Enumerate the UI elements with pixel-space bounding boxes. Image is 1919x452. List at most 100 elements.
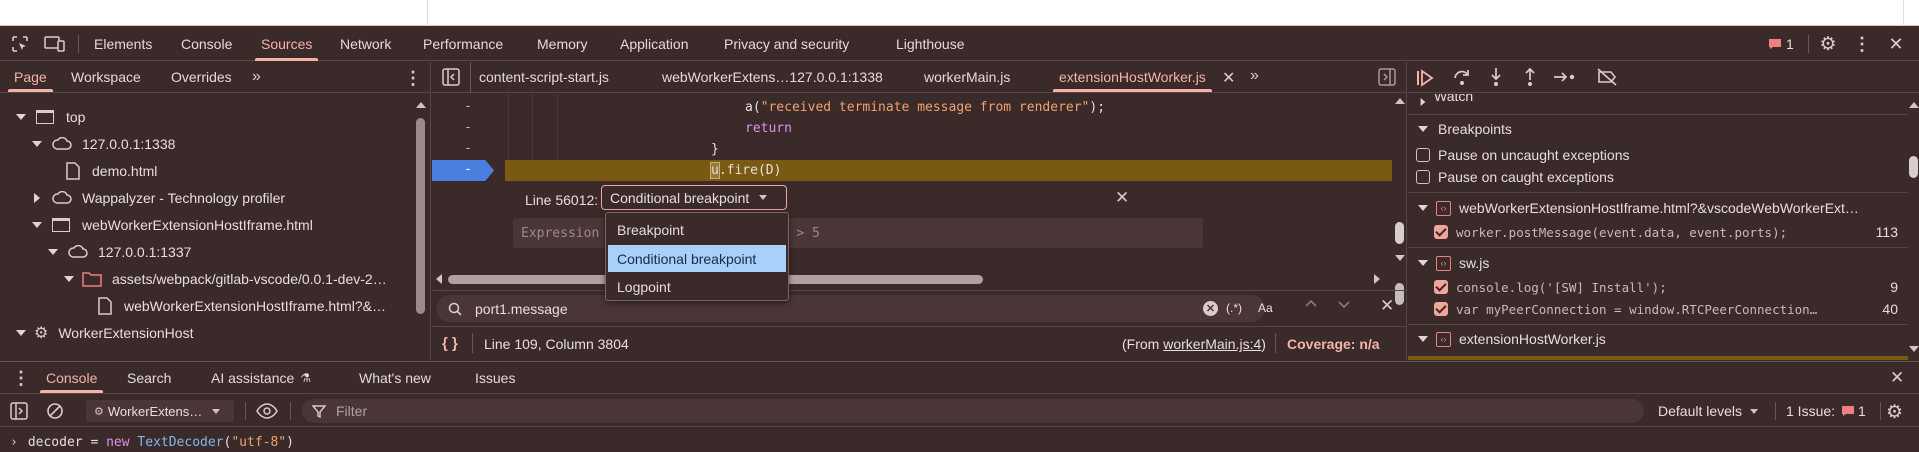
console-prompt-line[interactable]: › decoder = new TextDecoder("utf-8") — [10, 432, 294, 452]
watch-section-header[interactable]: Watch — [1420, 94, 1473, 110]
console-sidebar-icon[interactable] — [10, 402, 28, 420]
search-previous-icon[interactable] — [1304, 297, 1318, 311]
scroll-up-arrow-icon[interactable] — [416, 102, 426, 108]
breakpoint-file-group[interactable]: ‹› sw.js — [1418, 252, 1489, 274]
pause-uncaught-checkbox[interactable]: Pause on uncaught exceptions — [1416, 144, 1629, 166]
step-into-icon[interactable] — [1488, 67, 1504, 87]
toggle-debugger-icon[interactable] — [1378, 68, 1396, 86]
tree-item-assets-folder[interactable]: assets/webpack/gitlab-vscode/0.0.1-dev-2… — [64, 265, 387, 292]
pause-caught-checkbox[interactable]: Pause on caught exceptions — [1416, 166, 1614, 188]
tab-console[interactable]: Console — [181, 27, 232, 61]
drawer-tab-ai-assistance[interactable]: AI assistance ⚗ — [211, 362, 311, 393]
close-search-icon[interactable]: ✕ — [1380, 296, 1394, 316]
settings-gear-icon[interactable]: ⚙ — [1818, 34, 1838, 55]
console-issues-counter[interactable]: 1 Issue: 1 — [1786, 403, 1866, 419]
console-filter-input[interactable]: Filter — [302, 399, 1644, 423]
breakpoint-file-group[interactable]: ‹› webWorkerExtensionHostIframe.html?&vs… — [1418, 197, 1859, 219]
pretty-print-icon[interactable]: { } — [442, 335, 458, 352]
breakpoint-item[interactable]: console.log('[SW] Install'); 9 — [1434, 276, 1904, 298]
active-breakpoint-strip — [1408, 356, 1908, 360]
source-origin-link[interactable]: workerMain.js:4 — [1163, 336, 1261, 352]
folder-icon — [82, 271, 102, 287]
navigator-scrollbar[interactable] — [416, 118, 425, 314]
search-input[interactable]: port1.message — [475, 301, 568, 317]
tab-memory[interactable]: Memory — [537, 27, 588, 61]
menu-option-logpoint[interactable]: Logpoint — [608, 274, 786, 300]
code-editor[interactable]: - a("received terminate message from ren… — [432, 94, 1392, 272]
close-devtools-icon[interactable]: ✕ — [1886, 34, 1906, 54]
match-case-toggle[interactable]: Aa — [1258, 301, 1273, 315]
context-selector[interactable]: ⚙ WorkerExtens… — [86, 400, 234, 422]
editor-tab-webworker-iframe[interactable]: webWorkerExtens…127.0.0.1:1338 — [662, 62, 883, 92]
more-editor-tabs-icon[interactable]: » — [1250, 67, 1259, 85]
drawer-tab-issues[interactable]: Issues — [475, 362, 515, 393]
tree-item-wappalyzer[interactable]: Wappalyzer - Technology profiler — [32, 184, 285, 211]
editor-tab-workermain[interactable]: workerMain.js — [924, 62, 1010, 92]
tree-label: Wappalyzer - Technology profiler — [82, 189, 286, 206]
scrollbar-thumb[interactable] — [1395, 222, 1404, 244]
search-field[interactable]: port1.message ✕ (.*) Aa — [436, 295, 1273, 322]
tab-sources[interactable]: Sources — [254, 27, 319, 61]
close-breakpoint-editor-icon[interactable]: ✕ — [1115, 188, 1129, 208]
nav-tab-page[interactable]: Page — [8, 62, 53, 92]
drawer-tab-whats-new[interactable]: What's new — [359, 362, 431, 393]
navigator-menu-icon[interactable]: ⋮ — [404, 68, 422, 89]
tree-label: 127.0.0.1:1337 — [98, 243, 192, 260]
more-options-icon[interactable]: ⋮ — [1852, 34, 1872, 54]
tree-item-iframe[interactable]: webWorkerExtensionHostIframe.html — [32, 211, 313, 238]
tab-application[interactable]: Application — [620, 27, 689, 61]
tree-item-origin-1337[interactable]: 127.0.0.1:1337 — [48, 238, 191, 265]
editor-tab-content-script-start[interactable]: content-script-start.js — [479, 62, 609, 92]
more-tabs-chevron-icon[interactable]: » — [252, 68, 261, 86]
menu-option-conditional-breakpoint[interactable]: Conditional breakpoint — [608, 245, 786, 272]
deactivate-breakpoints-icon[interactable] — [1596, 68, 1618, 86]
search-next-icon[interactable] — [1337, 297, 1351, 311]
resume-icon[interactable] — [1416, 69, 1436, 87]
menu-option-breakpoint[interactable]: Breakpoint — [608, 217, 786, 243]
debugger-scrollbar[interactable] — [1908, 98, 1919, 360]
issues-counter[interactable]: 1 — [1768, 35, 1794, 53]
tab-privacy-and-security[interactable]: Privacy and security — [724, 27, 849, 61]
editor-tab-extensionhostworker[interactable]: extensionHostWorker.js — [1053, 62, 1212, 92]
tab-elements[interactable]: Elements — [94, 27, 152, 61]
breakpoint-item[interactable]: var myPeerConnection = window.RTCPeerCon… — [1434, 298, 1904, 320]
tree-item-worker-extension-host[interactable]: ⚙ WorkerExtensionHost — [16, 319, 193, 346]
tab-performance[interactable]: Performance — [423, 27, 503, 61]
close-drawer-icon[interactable]: ✕ — [1890, 368, 1904, 388]
tree-item-top[interactable]: top — [16, 103, 85, 130]
scroll-left-arrow-icon[interactable] — [436, 274, 442, 284]
tree-item-iframe-file[interactable]: webWorkerExtensionHostIframe.html?&… — [98, 292, 386, 319]
drawer-menu-icon[interactable]: ⋮ — [12, 368, 30, 389]
drawer-tab-console[interactable]: Console — [39, 362, 104, 393]
tree-label: webWorkerExtensionHostIframe.html — [82, 216, 313, 233]
breakpoint-type-select[interactable]: Conditional breakpoint — [601, 185, 787, 210]
tree-item-demo-html[interactable]: demo.html — [66, 157, 157, 184]
page-viewport-strip — [0, 0, 1919, 26]
nav-tab-overrides[interactable]: Overrides — [171, 62, 232, 92]
code-horizontal-scrollbar[interactable] — [432, 272, 1392, 286]
step-icon[interactable] — [1553, 69, 1577, 85]
regex-toggle[interactable]: (.*) — [1226, 301, 1242, 315]
tab-network[interactable]: Network — [340, 27, 391, 61]
clear-search-icon[interactable]: ✕ — [1203, 301, 1218, 316]
paused-line-highlight — [505, 160, 1392, 181]
drawer-tab-search[interactable]: Search — [127, 362, 171, 393]
code-vertical-scrollbar[interactable] — [1392, 94, 1407, 305]
console-settings-gear-icon[interactable]: ⚙ — [1886, 401, 1903, 424]
scroll-down-arrow-icon[interactable] — [1395, 255, 1405, 261]
breakpoint-item[interactable]: worker.postMessage(event.data, event.por… — [1434, 221, 1904, 243]
step-over-icon[interactable] — [1452, 68, 1472, 86]
scroll-right-arrow-icon[interactable] — [1374, 274, 1380, 284]
breakpoint-file-group[interactable]: ‹› extensionHostWorker.js — [1418, 328, 1606, 350]
live-expression-eye-icon[interactable] — [256, 403, 278, 419]
toggle-navigator-icon[interactable] — [442, 68, 460, 86]
tree-label: demo.html — [92, 162, 158, 179]
close-tab-icon[interactable]: ✕ — [1222, 68, 1235, 88]
log-levels-dropdown[interactable]: Default levels — [1658, 403, 1759, 419]
step-out-icon[interactable] — [1522, 67, 1538, 87]
tree-item-origin-1338[interactable]: 127.0.0.1:1338 — [32, 130, 175, 157]
breakpoints-section-header[interactable]: Breakpoints — [1418, 117, 1512, 141]
nav-tab-workspace[interactable]: Workspace — [71, 62, 141, 92]
clear-console-icon[interactable] — [46, 402, 64, 420]
tab-lighthouse[interactable]: Lighthouse — [896, 27, 965, 61]
